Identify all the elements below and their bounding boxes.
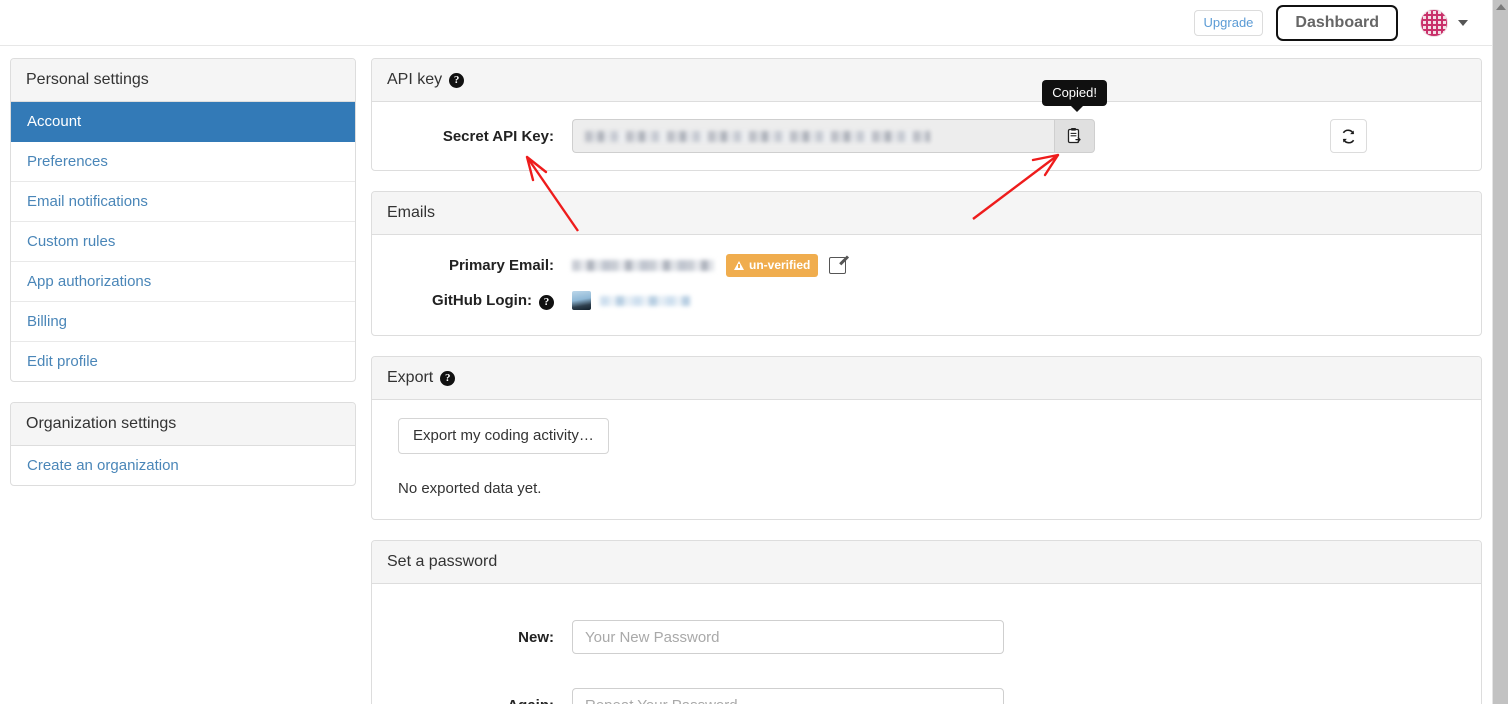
clipboard-copy-icon bbox=[1067, 128, 1081, 144]
set-password-title: Set a password bbox=[387, 553, 498, 570]
organization-settings-title: Organization settings bbox=[11, 403, 355, 446]
sidebar-item-custom-rules[interactable]: Custom rules bbox=[11, 222, 355, 262]
upgrade-button[interactable]: Upgrade bbox=[1193, 9, 1264, 36]
new-password-label: New: bbox=[518, 628, 554, 646]
github-login-value-group bbox=[572, 291, 690, 310]
secret-api-key-input-group: Copied! bbox=[572, 80, 1107, 153]
sidebar-item-preferences[interactable]: Preferences bbox=[11, 142, 355, 182]
sidebar-item-account[interactable]: Account bbox=[11, 102, 355, 142]
user-photo-avatar bbox=[572, 291, 591, 310]
sidebar-item-create-organization[interactable]: Create an organization bbox=[11, 446, 355, 485]
api-key-panel: API key ? Secret API Key: Copied! bbox=[371, 58, 1482, 171]
warning-triangle-icon bbox=[734, 260, 744, 270]
status-badge-unverified[interactable]: un-verified bbox=[726, 254, 819, 277]
copied-tooltip: Copied! bbox=[1042, 80, 1107, 112]
question-mark-icon[interactable]: ? bbox=[440, 370, 456, 386]
again-password-row: Again: bbox=[372, 671, 1481, 704]
set-password-panel-header: Set a password bbox=[372, 541, 1481, 584]
organization-settings-list: Create an organization bbox=[11, 446, 355, 485]
edit-pencil-icon[interactable] bbox=[829, 257, 847, 274]
chevron-down-icon bbox=[1458, 19, 1468, 26]
question-mark-icon[interactable]: ? bbox=[449, 72, 465, 88]
main-content: API key ? Secret API Key: Copied! Emails… bbox=[371, 58, 1482, 704]
github-login-label-group: GitHub Login:? bbox=[372, 292, 572, 310]
export-title: Export bbox=[387, 369, 434, 386]
primary-email-label: Primary Email: bbox=[448, 257, 554, 274]
api-key-panel-header: API key ? bbox=[372, 59, 1481, 102]
primary-email-row: Primary Email: un-verified bbox=[372, 247, 1481, 284]
secret-api-key-input[interactable] bbox=[572, 119, 1054, 153]
page-scrollbar[interactable] bbox=[1492, 0, 1508, 704]
api-key-panel-body: Secret API Key: Copied! bbox=[372, 80, 1481, 170]
set-password-panel: Set a password New: Again: bbox=[371, 540, 1482, 704]
personal-settings-title: Personal settings bbox=[11, 59, 355, 102]
emails-title: Emails bbox=[387, 204, 436, 221]
new-password-input[interactable] bbox=[572, 620, 1004, 654]
identicon-avatar bbox=[1420, 8, 1448, 37]
sidebar: Personal settings Account Preferences Em… bbox=[10, 58, 356, 506]
export-panel: Export ? Export my coding activity… No e… bbox=[371, 356, 1482, 520]
emails-panel: Emails Primary Email: un-verified GitHub… bbox=[371, 191, 1482, 336]
sidebar-item-edit-profile[interactable]: Edit profile bbox=[11, 342, 355, 381]
primary-email-value bbox=[572, 260, 714, 271]
regenerate-api-key-button[interactable] bbox=[1330, 119, 1367, 153]
sidebar-item-billing[interactable]: Billing bbox=[11, 302, 355, 342]
export-coding-activity-button[interactable]: Export my coding activity… bbox=[398, 418, 609, 454]
sidebar-item-email-notifications[interactable]: Email notifications bbox=[11, 182, 355, 222]
set-password-panel-body: New: Again: bbox=[372, 584, 1481, 704]
emails-panel-header: Emails bbox=[372, 192, 1481, 235]
primary-email-value-group: un-verified bbox=[572, 254, 847, 277]
github-login-row: GitHub Login:? bbox=[372, 284, 1481, 317]
export-panel-body: Export my coding activity… No exported d… bbox=[372, 400, 1481, 519]
new-password-row: New: bbox=[372, 603, 1481, 671]
secret-api-key-row: Secret API Key: Copied! bbox=[372, 80, 1481, 170]
masked-api-key-value bbox=[585, 130, 930, 142]
secret-api-key-label: Secret API Key: bbox=[442, 127, 554, 145]
question-mark-icon[interactable]: ? bbox=[539, 294, 554, 310]
personal-settings-panel: Personal settings Account Preferences Em… bbox=[10, 58, 356, 382]
refresh-icon bbox=[1342, 128, 1355, 144]
account-menu[interactable] bbox=[1420, 8, 1468, 37]
api-key-title: API key bbox=[387, 71, 443, 88]
export-empty-note: No exported data yet. bbox=[398, 480, 542, 497]
sidebar-item-app-authorizations[interactable]: App authorizations bbox=[11, 262, 355, 302]
scroll-up-arrow-icon[interactable] bbox=[1496, 4, 1506, 10]
github-username-value bbox=[600, 295, 690, 306]
status-badge-label: un-verified bbox=[749, 258, 811, 272]
organization-settings-panel: Organization settings Create an organiza… bbox=[10, 402, 356, 486]
top-bar: Upgrade Dashboard bbox=[0, 0, 1492, 46]
dashboard-button[interactable]: Dashboard bbox=[1276, 4, 1398, 41]
export-panel-header: Export ? bbox=[372, 357, 1481, 400]
copy-api-key-button[interactable] bbox=[1054, 119, 1095, 153]
personal-settings-list: Account Preferences Email notifications … bbox=[11, 102, 355, 381]
github-login-label: GitHub Login: bbox=[432, 291, 532, 309]
again-password-label: Again: bbox=[372, 697, 572, 704]
emails-panel-body: Primary Email: un-verified GitHub Login:… bbox=[372, 235, 1481, 335]
repeat-password-input[interactable] bbox=[572, 688, 1004, 704]
